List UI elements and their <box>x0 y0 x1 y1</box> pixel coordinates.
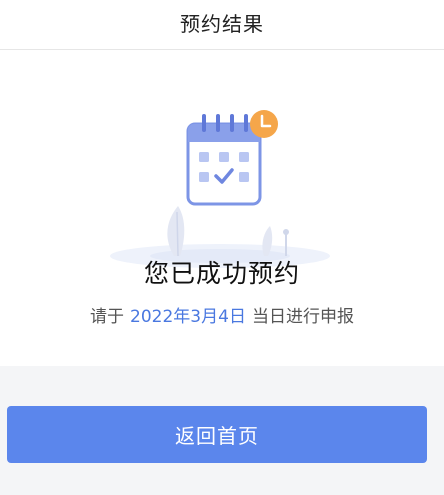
declaration-date: 2022年3月4日 <box>130 307 246 327</box>
leaf-left-stem <box>176 211 179 257</box>
result-card: 您已成功预约 请于 2022年3月4日 当日进行申报 <box>0 50 444 366</box>
appointment-result-page: 预约结果 您已成功预约 请于 2022年3月4日 当日进行申报 返回首页 <box>0 0 444 495</box>
calendar-ring <box>216 114 220 132</box>
nav-header: 预约结果 <box>0 0 444 50</box>
plant-top <box>283 229 289 235</box>
clock-icon <box>250 110 278 138</box>
back-home-button[interactable]: 返回首页 <box>7 406 427 463</box>
calendar-cell <box>219 152 229 162</box>
calendar-cell <box>239 172 249 182</box>
success-title: 您已成功预约 <box>143 259 300 288</box>
calendar-cell <box>199 152 209 162</box>
calendar-illustration <box>110 110 330 268</box>
declaration-date-text: 请于 2022年3月4日 当日进行申报 <box>0 302 444 327</box>
calendar-ring <box>244 114 248 132</box>
page-title: 预约结果 <box>180 12 264 36</box>
calendar-header-fill <box>188 134 260 142</box>
calendar-ring <box>230 114 234 132</box>
desc-suffix: 当日进行申报 <box>251 307 354 327</box>
calendar-cell <box>239 152 249 162</box>
desc-prefix: 请于 <box>90 307 125 327</box>
calendar-cell <box>199 172 209 182</box>
calendar-ring <box>202 114 206 132</box>
